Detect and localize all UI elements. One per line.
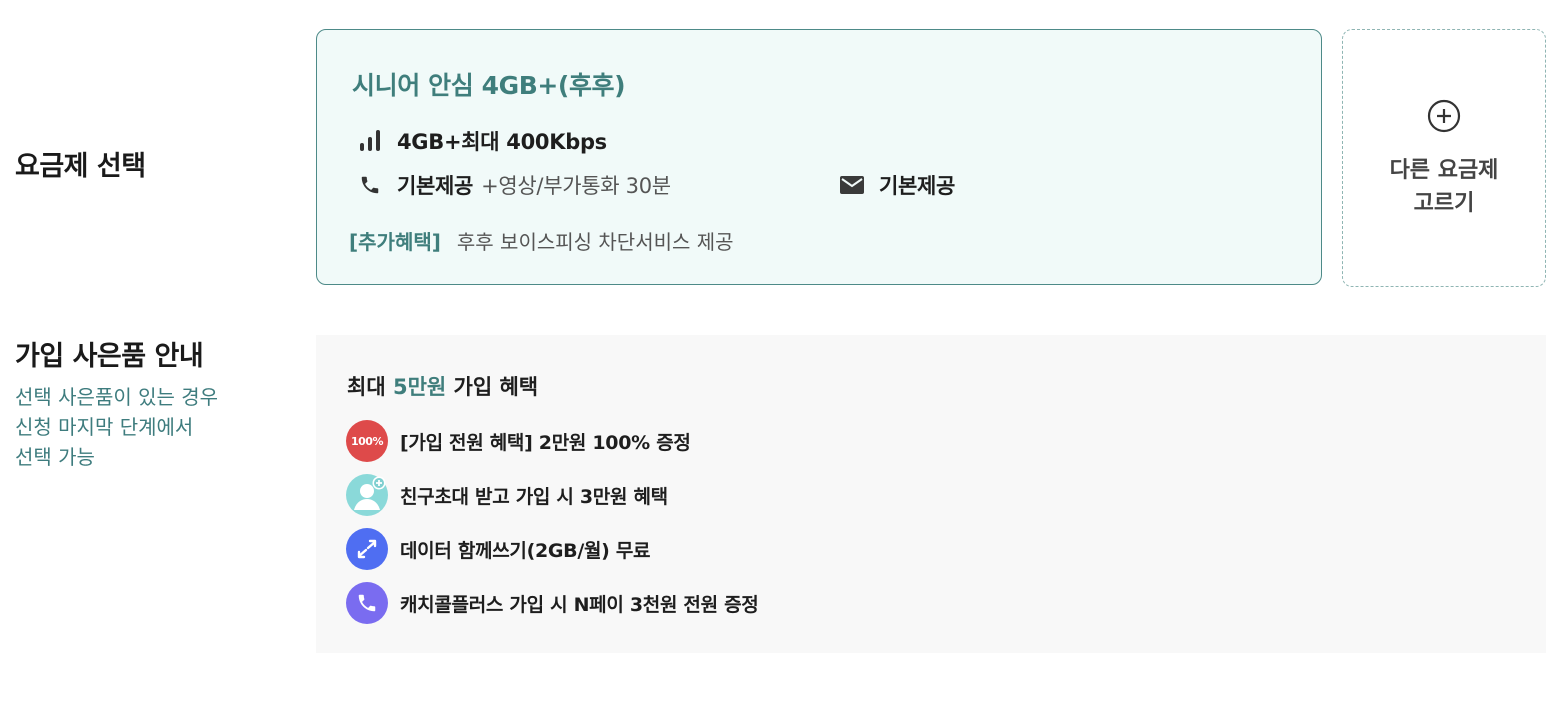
- selected-plan-card[interactable]: 시니어 안심 4GB+(후후) 4GB+최대 400Kbps 기본제공 +영상/…: [316, 29, 1322, 285]
- signal-bars-icon: [357, 128, 383, 154]
- gift-item-text: [가입 전원 혜택] 2만원 100% 증정: [400, 431, 691, 454]
- plan-voice-row: 기본제공 +영상/부가통화 30분: [357, 170, 671, 200]
- gift-item-text: 캐치콜플러스 가입 시 N페이 3천원 전원 증정: [400, 593, 759, 616]
- gift-item: 100% [가입 전원 혜택] 2만원 100% 증정: [346, 420, 691, 462]
- plan-sms-row: 기본제공: [839, 170, 955, 200]
- gift-item: 친구초대 받고 가입 시 3만원 혜택: [346, 474, 668, 516]
- benefit-text: 후후 보이스피싱 차단서비스 제공: [456, 230, 734, 254]
- other-plan-label-line1: 다른 요금제: [1389, 158, 1499, 183]
- data-share-icon: [346, 528, 388, 570]
- gifts-heading-suffix: 가입 혜택: [446, 375, 539, 399]
- mail-icon: [839, 172, 865, 198]
- hundred-percent-badge: 100%: [351, 434, 383, 448]
- friend-invite-icon: [346, 474, 388, 516]
- phone-call-icon: [346, 582, 388, 624]
- gifts-panel: 최대 5만원 가입 혜택 100% [가입 전원 혜택] 2만원 100% 증정…: [316, 335, 1546, 653]
- gift-item: 데이터 함께쓰기(2GB/월) 무료: [346, 528, 651, 570]
- plan-data-row: 4GB+최대 400Kbps: [357, 126, 607, 156]
- phone-icon: [357, 172, 383, 198]
- gift-item-text: 친구초대 받고 가입 시 3만원 혜택: [400, 485, 668, 508]
- plan-sms-text: 기본제공: [879, 174, 956, 198]
- plan-data-text: 4GB+최대 400Kbps: [397, 130, 607, 154]
- plan-name: 시니어 안심 4GB+(후후): [352, 71, 626, 100]
- hundred-percent-icon: 100%: [346, 420, 388, 462]
- gifts-heading-prefix: 최대: [347, 375, 393, 399]
- plan-benefit-row: [추가혜택] 후후 보이스피싱 차단서비스 제공: [349, 226, 734, 255]
- gift-subtitle-line: 신청 마지막 단계에서: [15, 415, 194, 439]
- gift-item-text: 데이터 함께쓰기(2GB/월) 무료: [400, 539, 651, 562]
- benefit-tag: [추가혜택]: [349, 230, 441, 254]
- plan-section-title: 요금제 선택: [15, 151, 146, 182]
- gift-subtitle: 선택 사은품이 있는 경우 신청 마지막 단계에서 선택 가능: [15, 382, 275, 472]
- gifts-heading: 최대 5만원 가입 혜택: [347, 371, 538, 401]
- gift-subtitle-line: 선택 사은품이 있는 경우: [15, 385, 219, 409]
- gift-section-title: 가입 사은품 안내: [15, 341, 204, 372]
- other-plan-label-line2: 고르기: [1413, 191, 1475, 216]
- plus-circle-icon: [1427, 99, 1461, 137]
- gift-subtitle-line: 선택 가능: [15, 445, 95, 469]
- gifts-heading-amount: 5만원: [392, 375, 447, 399]
- gift-item: 캐치콜플러스 가입 시 N페이 3천원 전원 증정: [346, 582, 759, 624]
- choose-other-plan-button[interactable]: 다른 요금제 고르기: [1342, 29, 1546, 287]
- plan-voice-extra: +영상/부가통화 30분: [481, 174, 671, 198]
- plan-voice-main: 기본제공: [397, 174, 474, 198]
